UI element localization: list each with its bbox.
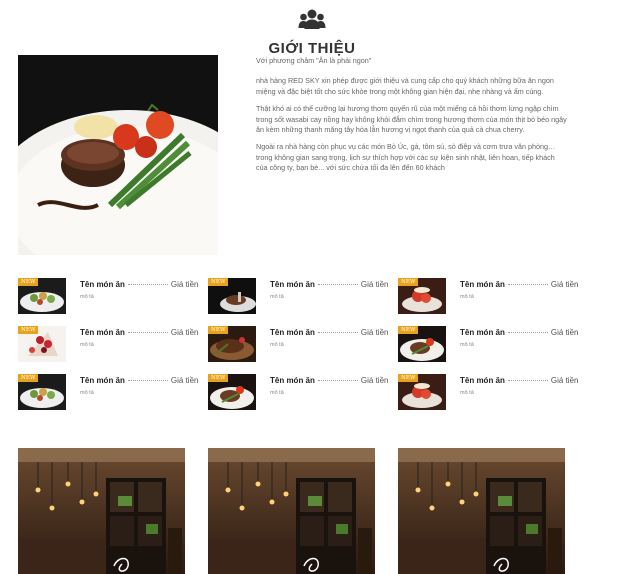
dotted-separator bbox=[507, 332, 548, 333]
dish-price: Giá tiền bbox=[170, 328, 199, 337]
new-badge: NEW bbox=[208, 374, 229, 382]
dish-name[interactable]: Tên món ăn bbox=[270, 376, 315, 385]
intro-paragraph: Thật khó ai có thể cưỡng lại hương thơm … bbox=[256, 104, 567, 135]
dish-price: Giá tiền bbox=[360, 376, 389, 385]
dish-line: Tên món ăn Giá tiền bbox=[270, 328, 389, 337]
dish-name[interactable]: Tên món ăn bbox=[80, 376, 125, 385]
restaurant-interior-image[interactable] bbox=[18, 448, 185, 574]
new-badge: NEW bbox=[208, 278, 229, 286]
intro-text: Với phương châm "Ăn là phải ngon" nhà hà… bbox=[256, 56, 568, 181]
dish-line: Tên món ăn Giá tiền bbox=[460, 280, 579, 289]
dish-thumbnail[interactable]: NEW bbox=[208, 278, 256, 314]
dish-name[interactable]: Tên món ăn bbox=[460, 376, 505, 385]
dish-price: Giá tiền bbox=[550, 328, 579, 337]
dotted-separator bbox=[127, 380, 168, 381]
section-header: GIỚI THIỆU bbox=[0, 8, 624, 57]
dish-line: Tên món ăn Giá tiền bbox=[460, 376, 579, 385]
dish-thumbnail[interactable]: NEW bbox=[208, 374, 256, 410]
new-badge: NEW bbox=[18, 326, 39, 334]
dish-description: mô tả bbox=[80, 342, 94, 348]
new-badge: NEW bbox=[398, 374, 419, 382]
dish-price: Giá tiền bbox=[170, 376, 199, 385]
dish-description: mô tả bbox=[460, 294, 474, 300]
menu-item[interactable]: NEW Tên món ăn Giá tiền mô tả bbox=[398, 372, 578, 412]
dotted-separator bbox=[507, 380, 548, 381]
dotted-separator bbox=[127, 332, 168, 333]
dish-thumbnail[interactable]: NEW bbox=[18, 374, 66, 410]
dish-name[interactable]: Tên món ăn bbox=[270, 328, 315, 337]
dish-name[interactable]: Tên món ăn bbox=[460, 280, 505, 289]
dish-description: mô tả bbox=[270, 390, 284, 396]
dish-thumbnail[interactable]: NEW bbox=[18, 326, 66, 362]
dish-price: Giá tiền bbox=[360, 280, 389, 289]
dotted-separator bbox=[127, 284, 168, 285]
hero-food-image bbox=[18, 55, 218, 255]
dish-thumbnail[interactable]: NEW bbox=[398, 278, 446, 314]
dish-line: Tên món ăn Giá tiền bbox=[270, 376, 389, 385]
dish-description: mô tả bbox=[460, 390, 474, 396]
dish-line: Tên món ăn Giá tiền bbox=[80, 376, 199, 385]
group-users-icon bbox=[298, 8, 326, 34]
dish-price: Giá tiền bbox=[360, 328, 389, 337]
dish-description: mô tả bbox=[460, 342, 474, 348]
dish-description: mô tả bbox=[270, 342, 284, 348]
dotted-separator bbox=[317, 332, 358, 333]
dish-thumbnail[interactable]: NEW bbox=[398, 374, 446, 410]
dotted-separator bbox=[507, 284, 548, 285]
dotted-separator bbox=[317, 284, 358, 285]
menu-item[interactable]: NEW Tên món ăn Giá tiền mô tả bbox=[208, 372, 388, 412]
new-badge: NEW bbox=[18, 278, 39, 286]
dish-line: Tên món ăn Giá tiền bbox=[80, 280, 199, 289]
menu-item[interactable]: NEW Tên món ăn Giá tiền mô tả bbox=[208, 324, 388, 364]
menu-item[interactable]: NEW Tên món ăn Giá tiền mô tả bbox=[18, 276, 198, 316]
dish-name[interactable]: Tên món ăn bbox=[460, 328, 505, 337]
intro-slogan: Với phương châm "Ăn là phải ngon" bbox=[256, 56, 372, 65]
intro-paragraph: nhà hàng RED SKY xin phép được giới thiệ… bbox=[256, 76, 554, 96]
new-badge: NEW bbox=[398, 278, 419, 286]
menu-item[interactable]: NEW Tên món ăn Giá tiền mô tả bbox=[398, 324, 578, 364]
dish-thumbnail[interactable]: NEW bbox=[208, 326, 256, 362]
dish-description: mô tả bbox=[80, 390, 94, 396]
new-badge: NEW bbox=[18, 374, 39, 382]
dish-name[interactable]: Tên món ăn bbox=[270, 280, 315, 289]
new-badge: NEW bbox=[208, 326, 229, 334]
menu-item[interactable]: NEW Tên món ăn Giá tiền mô tả bbox=[18, 372, 198, 412]
menu-item[interactable]: NEW Tên món ăn Giá tiền mô tả bbox=[208, 276, 388, 316]
dish-thumbnail[interactable]: NEW bbox=[398, 326, 446, 362]
dish-name[interactable]: Tên món ăn bbox=[80, 328, 125, 337]
dish-description: mô tả bbox=[270, 294, 284, 300]
dish-price: Giá tiền bbox=[170, 280, 199, 289]
menu-item[interactable]: NEW Tên món ăn Giá tiền mô tả bbox=[18, 324, 198, 364]
dish-line: Tên món ăn Giá tiền bbox=[460, 328, 579, 337]
dish-price: Giá tiền bbox=[550, 280, 579, 289]
dish-description: mô tả bbox=[80, 294, 94, 300]
dish-thumbnail[interactable]: NEW bbox=[18, 278, 66, 314]
dish-name[interactable]: Tên món ăn bbox=[80, 280, 125, 289]
new-badge: NEW bbox=[398, 326, 419, 334]
restaurant-interior-image[interactable] bbox=[398, 448, 565, 574]
dish-price: Giá tiền bbox=[550, 376, 579, 385]
dotted-separator bbox=[317, 380, 358, 381]
menu-item[interactable]: NEW Tên món ăn Giá tiền mô tả bbox=[398, 276, 578, 316]
intro-paragraph: Ngoài ra nhà hàng còn phục vụ các món Bò… bbox=[256, 142, 556, 173]
restaurant-interior-image[interactable] bbox=[208, 448, 375, 574]
dish-line: Tên món ăn Giá tiền bbox=[270, 280, 389, 289]
dish-line: Tên món ăn Giá tiền bbox=[80, 328, 199, 337]
